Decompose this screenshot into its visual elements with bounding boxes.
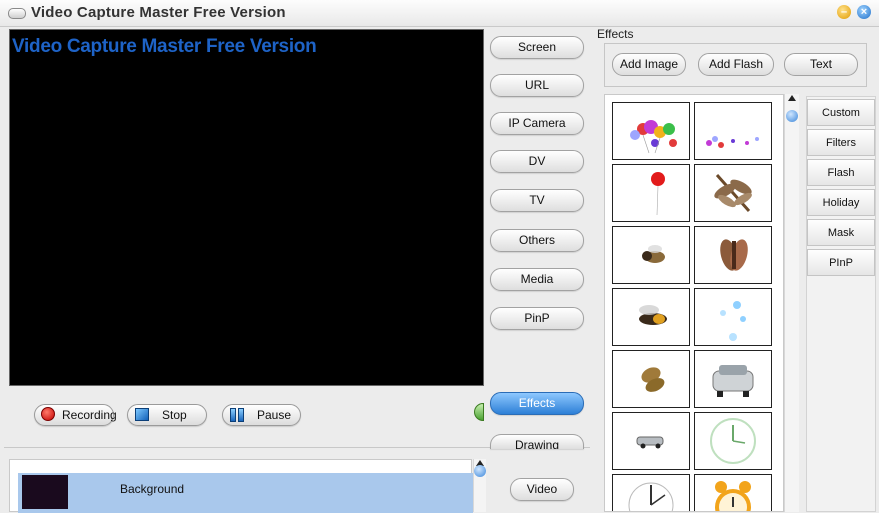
source-screen-button[interactable]: Screen: [490, 36, 584, 59]
text-button[interactable]: Text: [784, 53, 858, 76]
category-flash-tab[interactable]: Flash: [807, 159, 875, 186]
effects-thumbnail-grid[interactable]: [604, 94, 784, 512]
car-side-icon: [636, 436, 664, 449]
effect-clock-hands-thumbnail[interactable]: [612, 474, 690, 511]
pause-button[interactable]: Pause: [222, 404, 301, 426]
stop-label: Stop: [162, 408, 187, 422]
minimize-icon[interactable]: –: [837, 5, 851, 19]
category-holiday-tab[interactable]: Holiday: [807, 189, 875, 216]
pause-label: Pause: [257, 408, 292, 422]
video-preview: Video Capture Master Free Version: [9, 29, 484, 386]
effect-small-balloons-thumbnail[interactable]: [694, 102, 772, 160]
source-dv-button[interactable]: DV: [490, 150, 584, 173]
bee-icon: [642, 245, 665, 263]
pause-icon: [230, 408, 245, 422]
background-list[interactable]: Background: [9, 459, 473, 513]
effect-fly-thumbnail[interactable]: [612, 288, 690, 346]
source-tv-button[interactable]: TV: [490, 189, 584, 212]
bubbles-icon: [720, 301, 746, 341]
scroll-up-icon[interactable]: [788, 95, 796, 101]
butterfly-icon: [641, 367, 665, 392]
red-balloon-icon: [651, 172, 665, 216]
small-balloons-icon: [706, 136, 759, 148]
list-item-background[interactable]: Background: [18, 473, 473, 513]
source-others-button[interactable]: Others: [490, 229, 584, 252]
stop-button[interactable]: Stop: [127, 404, 207, 426]
record-icon: [41, 407, 55, 421]
add-flash-button[interactable]: Add Flash: [698, 53, 774, 76]
source-drawing-button[interactable]: Drawing: [490, 434, 584, 449]
effect-moth-thumbnail[interactable]: [694, 226, 772, 284]
effect-clock-green-thumbnail[interactable]: [694, 412, 772, 470]
window-menu-icon[interactable]: [8, 8, 26, 19]
category-mask-tab[interactable]: Mask: [807, 219, 875, 246]
recording-label: Recording: [62, 408, 117, 422]
effect-car-front-thumbnail[interactable]: [694, 350, 772, 408]
scroll-thumb[interactable]: [474, 465, 486, 477]
source-url-button[interactable]: URL: [490, 74, 584, 97]
source-ip-camera-button[interactable]: IP Camera: [490, 112, 584, 135]
effect-bee-thumbnail[interactable]: [612, 226, 690, 284]
recording-button[interactable]: Recording: [34, 404, 117, 426]
effect-balloons-thumbnail[interactable]: [612, 102, 690, 160]
effect-car-side-thumbnail[interactable]: [612, 412, 690, 470]
car-front-icon: [712, 365, 754, 397]
source-effects-button[interactable]: Effects: [490, 392, 584, 415]
stop-icon: [135, 408, 149, 421]
background-label: Background: [120, 482, 185, 496]
category-pinp-tab[interactable]: PInP: [807, 249, 875, 276]
effect-dragonfly-thumbnail[interactable]: [694, 164, 772, 222]
preview-overlay-title: Video Capture Master Free Version: [12, 36, 317, 57]
effects-section-label: Effects: [597, 27, 634, 41]
title-bar: Video Capture Master Free Version – ×: [0, 0, 879, 27]
effect-red-balloon-thumbnail[interactable]: [612, 164, 690, 222]
source-media-button[interactable]: Media: [490, 268, 584, 291]
fly-icon: [639, 305, 667, 325]
green-indicator-icon[interactable]: [474, 403, 484, 421]
category-filters-tab[interactable]: Filters: [807, 129, 875, 156]
background-list-scrollbar[interactable]: [473, 459, 486, 512]
video-button[interactable]: Video: [510, 478, 574, 501]
moth-icon: [720, 239, 748, 271]
effect-butterfly-thumbnail[interactable]: [612, 350, 690, 408]
dragonfly-icon: [714, 174, 752, 212]
clock-green-icon: [710, 418, 756, 464]
scroll-thumb[interactable]: [786, 110, 798, 122]
clock-hands-icon: [628, 482, 674, 511]
background-thumbnail: [22, 475, 68, 509]
window-title: Video Capture Master Free Version: [31, 4, 286, 21]
effect-alarm-clock-thumbnail[interactable]: [694, 474, 772, 511]
effect-bubbles-thumbnail[interactable]: [694, 288, 772, 346]
balloons-icon: [630, 120, 677, 154]
effects-grid-scrollbar[interactable]: [784, 94, 799, 512]
source-pinp-button[interactable]: PinP: [490, 307, 584, 330]
alarm-clock-icon: [715, 481, 751, 511]
close-icon[interactable]: ×: [857, 5, 871, 19]
add-image-button[interactable]: Add Image: [612, 53, 686, 76]
category-custom-tab[interactable]: Custom: [807, 99, 875, 126]
